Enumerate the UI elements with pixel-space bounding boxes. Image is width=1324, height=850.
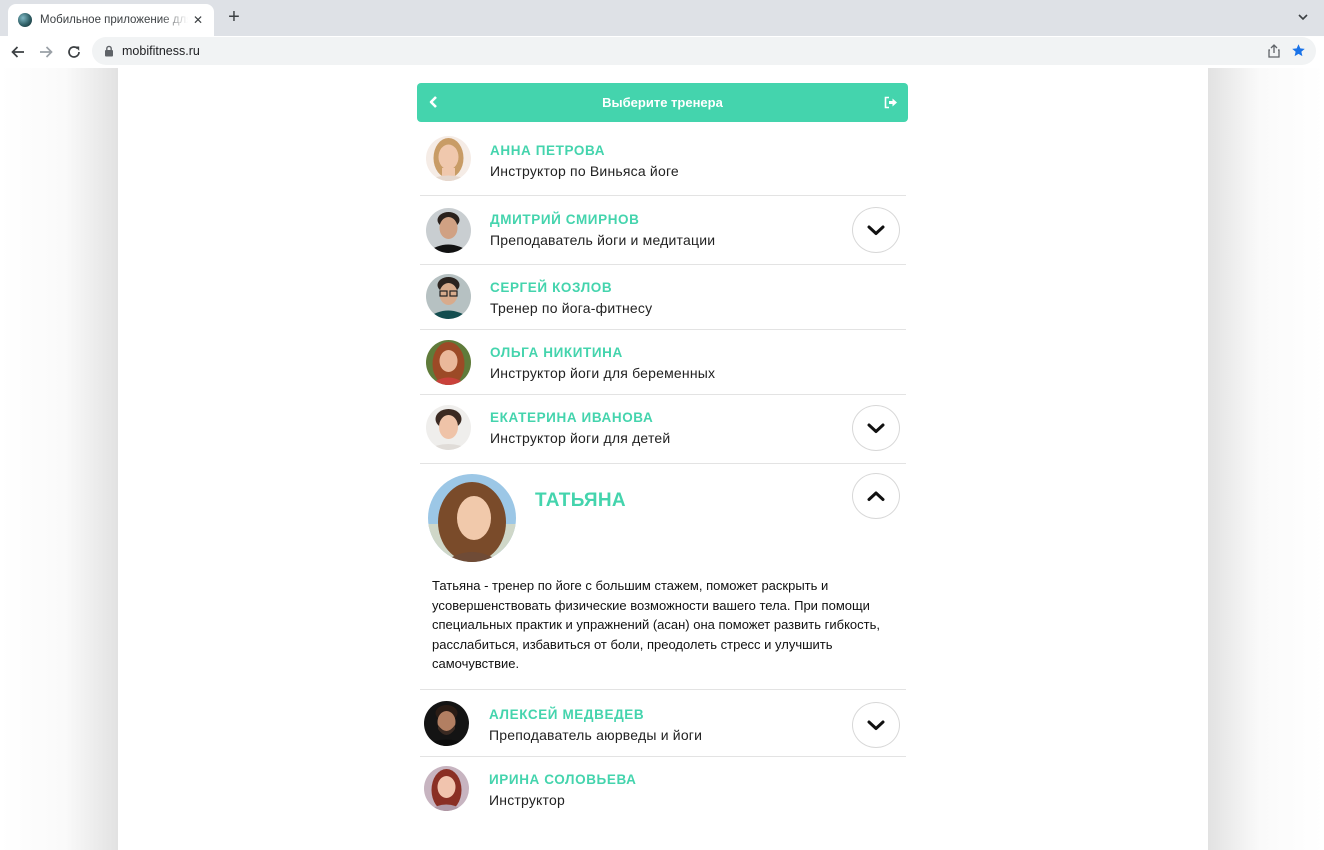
trainer-role: Преподаватель аюрведы и йоги xyxy=(489,727,703,743)
lock-icon[interactable] xyxy=(104,45,114,57)
trainer-item[interactable]: ЕКАТЕРИНА ИВАНОВА Инструктор йоги для де… xyxy=(420,395,906,464)
page-title: Выберите тренера xyxy=(602,95,723,110)
back-chevron-icon[interactable] xyxy=(427,95,441,109)
logout-icon[interactable] xyxy=(884,96,898,109)
trainer-item[interactable]: АЛЕКСЕЙ МЕДВЕДЕВ Преподаватель аюрведы и… xyxy=(420,690,906,757)
new-tab-button[interactable]: + xyxy=(224,7,244,28)
reload-icon xyxy=(68,46,80,58)
chevron-down-icon xyxy=(867,423,885,433)
trainer-name: ИРИНА СОЛОВЬЕВА xyxy=(489,772,637,787)
app-header: Выберите тренера xyxy=(417,83,908,122)
expand-button[interactable] xyxy=(852,405,900,451)
trainer-name: ДМИТРИЙ СМИРНОВ xyxy=(490,212,640,227)
trainer-item[interactable]: ИРИНА СОЛОВЬЕВА Инструктор xyxy=(420,757,906,823)
chevron-down-icon xyxy=(867,225,885,235)
trainer-role: Инструктор по Виньяса йоге xyxy=(490,163,679,179)
expand-button[interactable] xyxy=(852,702,900,748)
trainer-avatar xyxy=(426,136,471,181)
app-container: Выберите тренера АННА ПЕТРОВА Инструктор… xyxy=(118,68,1208,850)
share-icon[interactable] xyxy=(1268,44,1280,58)
trainer-role: Инструктор йоги для детей xyxy=(490,430,671,446)
chevron-down-icon xyxy=(867,720,885,730)
address-bar[interactable]: mobifitness.ru xyxy=(92,37,1316,65)
tab-title: Мобильное приложение для фитнеса xyxy=(40,14,188,26)
trainer-avatar xyxy=(426,405,471,450)
browser-tab[interactable]: Мобильное приложение для фитнеса ✕ xyxy=(8,4,214,36)
trainer-bio: Татьяна - тренер по йоге с большим стаже… xyxy=(432,578,880,672)
forward-arrow-icon xyxy=(40,46,53,58)
trainer-name: АЛЕКСЕЙ МЕДВЕДЕВ xyxy=(489,707,645,722)
trainer-avatar xyxy=(424,701,469,746)
url-text: mobifitness.ru xyxy=(122,44,200,58)
trainer-role: Тренер по йога-фитнесу xyxy=(490,300,653,316)
trainer-name: ЕКАТЕРИНА ИВАНОВА xyxy=(490,410,654,425)
trainer-avatar xyxy=(426,274,471,319)
expand-button[interactable] xyxy=(852,207,900,253)
trainer-role: Инструктор xyxy=(489,792,565,808)
trainer-name-large: ТАТЬЯНА xyxy=(535,490,626,511)
trainer-avatar xyxy=(426,340,471,385)
trainer-avatar xyxy=(424,766,469,811)
tab-close-icon[interactable]: ✕ xyxy=(190,13,206,27)
browser-tabstrip: Мобильное приложение для фитнеса ✕ + xyxy=(0,0,1324,36)
bookmark-star-icon[interactable] xyxy=(1291,43,1306,58)
collapse-button[interactable] xyxy=(852,473,900,519)
forward-button[interactable] xyxy=(36,42,56,62)
page-side-shadow-right xyxy=(1208,68,1324,850)
trainer-avatar xyxy=(426,208,471,253)
trainer-name: ОЛЬГА НИКИТИНА xyxy=(490,345,623,360)
reload-button[interactable] xyxy=(64,42,84,62)
chevron-up-icon xyxy=(867,491,885,501)
trainer-list: АННА ПЕТРОВА Инструктор по Виньяса йоге … xyxy=(420,128,906,823)
trainer-item[interactable]: АННА ПЕТРОВА Инструктор по Виньяса йоге xyxy=(420,128,906,196)
page-side-shadow-left xyxy=(0,68,118,850)
page-viewport: Выберите тренера АННА ПЕТРОВА Инструктор… xyxy=(0,68,1324,850)
back-arrow-icon xyxy=(11,46,24,58)
trainer-item[interactable]: СЕРГЕЙ КОЗЛОВ Тренер по йога-фитнесу xyxy=(420,265,906,330)
trainer-name: АННА ПЕТРОВА xyxy=(490,143,606,158)
trainer-item-expanded[interactable]: ТАТЬЯНА Татьяна - тренер по йоге с больш… xyxy=(420,464,906,690)
trainer-item[interactable]: ОЛЬГА НИКИТИНА Инструктор йоги для берем… xyxy=(420,330,906,395)
site-favicon-icon xyxy=(18,13,32,27)
tab-search-chevron-icon[interactable] xyxy=(1296,10,1310,24)
trainer-item[interactable]: ДМИТРИЙ СМИРНОВ Преподаватель йоги и мед… xyxy=(420,196,906,265)
trainer-name: СЕРГЕЙ КОЗЛОВ xyxy=(490,280,613,295)
trainer-avatar-large xyxy=(428,474,516,562)
browser-toolbar: mobifitness.ru xyxy=(0,36,1324,68)
trainer-role: Инструктор йоги для беременных xyxy=(490,365,716,381)
back-button[interactable] xyxy=(8,42,28,62)
trainer-role: Преподаватель йоги и медитации xyxy=(490,232,716,248)
